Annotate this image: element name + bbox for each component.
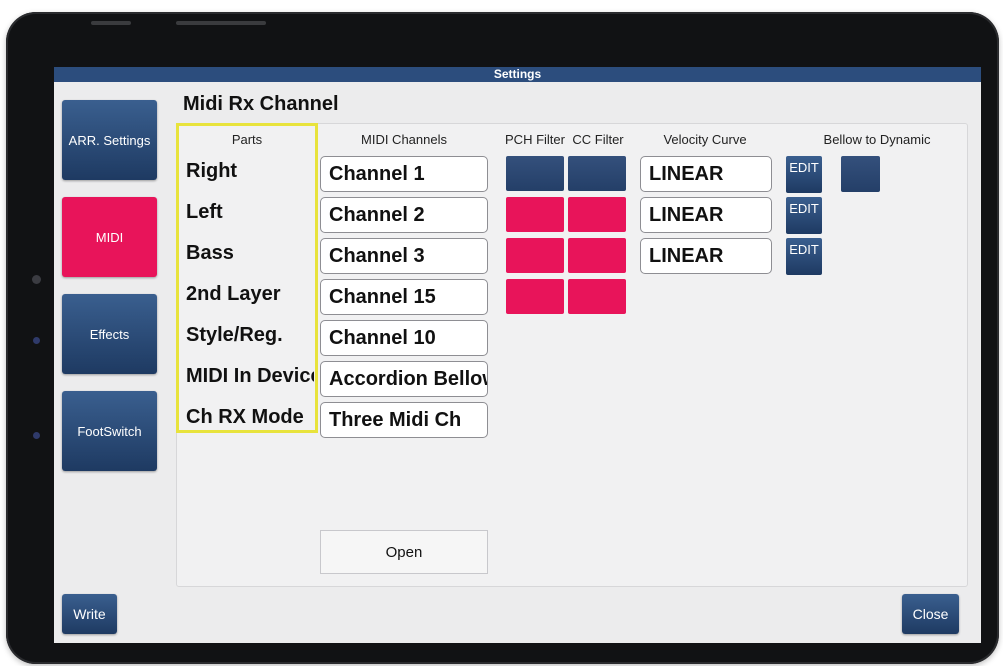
pch-filter-toggle-left[interactable]: [506, 197, 564, 232]
part-label-2nd-layer: 2nd Layer: [186, 283, 281, 305]
velocity-curve-select-left[interactable]: LINEAR: [640, 197, 772, 233]
part-label-left: Left: [186, 201, 223, 223]
channel-select-style-reg[interactable]: Channel 10: [320, 320, 488, 356]
ch-rx-mode-select[interactable]: Three Midi Ch: [320, 402, 488, 438]
close-button[interactable]: Close: [902, 594, 959, 634]
col-header-bellow-to-dynamic: Bellow to Dynamic: [823, 132, 931, 147]
sidebar-item-arr-settings[interactable]: ARR. Settings: [62, 100, 157, 180]
open-button[interactable]: Open: [320, 530, 488, 574]
pch-filter-toggle-bass[interactable]: [506, 238, 564, 273]
hardware-button: [176, 21, 266, 25]
sensor-icon: [33, 432, 40, 439]
write-button[interactable]: Write: [62, 594, 117, 634]
edit-velocity-button-bass[interactable]: EDIT: [786, 238, 822, 275]
part-label-midi-in-device: MIDI In Device: [186, 365, 314, 387]
bellow-to-dynamic-toggle[interactable]: [841, 156, 880, 192]
col-header-midi-channels: MIDI Channels: [361, 132, 447, 147]
velocity-curve-select-right[interactable]: LINEAR: [640, 156, 772, 192]
sensor-icon: [33, 337, 40, 344]
window-title: Settings: [54, 67, 981, 82]
edit-velocity-button-right[interactable]: EDIT: [786, 156, 822, 193]
camera-icon: [32, 275, 41, 284]
hardware-button: [91, 21, 131, 25]
midi-in-device-select[interactable]: Accordion Bellow: [320, 361, 488, 397]
sidebar-item-midi[interactable]: MIDI: [62, 197, 157, 277]
part-label-style-reg: Style/Reg.: [186, 324, 283, 346]
cc-filter-toggle-right[interactable]: [568, 156, 626, 191]
tablet-frame: Settings ARR. Settings MIDI Effects Foot…: [6, 12, 999, 664]
sidebar-item-effects[interactable]: Effects: [62, 294, 157, 374]
cc-filter-toggle-bass[interactable]: [568, 238, 626, 273]
cc-filter-toggle-left[interactable]: [568, 197, 626, 232]
sidebar-item-footswitch[interactable]: FootSwitch: [62, 391, 157, 471]
col-header-cc-filter: CC Filter: [572, 132, 624, 147]
cc-filter-toggle-2nd-layer[interactable]: [568, 279, 626, 314]
channel-select-2nd-layer[interactable]: Channel 15: [320, 279, 488, 315]
edit-velocity-button-left[interactable]: EDIT: [786, 197, 822, 234]
channel-select-right[interactable]: Channel 1: [320, 156, 488, 192]
velocity-curve-select-bass[interactable]: LINEAR: [640, 238, 772, 274]
part-label-bass: Bass: [186, 242, 234, 264]
page-title: Midi Rx Channel: [183, 93, 339, 115]
col-header-pch-filter: PCH Filter: [505, 132, 565, 147]
channel-select-left[interactable]: Channel 2: [320, 197, 488, 233]
channel-select-bass[interactable]: Channel 3: [320, 238, 488, 274]
part-label-ch-rx-mode: Ch RX Mode: [186, 406, 304, 428]
pch-filter-toggle-2nd-layer[interactable]: [506, 279, 564, 314]
part-label-right: Right: [186, 160, 238, 182]
settings-screen: Settings ARR. Settings MIDI Effects Foot…: [54, 67, 981, 643]
pch-filter-toggle-right[interactable]: [506, 156, 564, 191]
col-header-velocity-curve: Velocity Curve: [663, 132, 747, 147]
